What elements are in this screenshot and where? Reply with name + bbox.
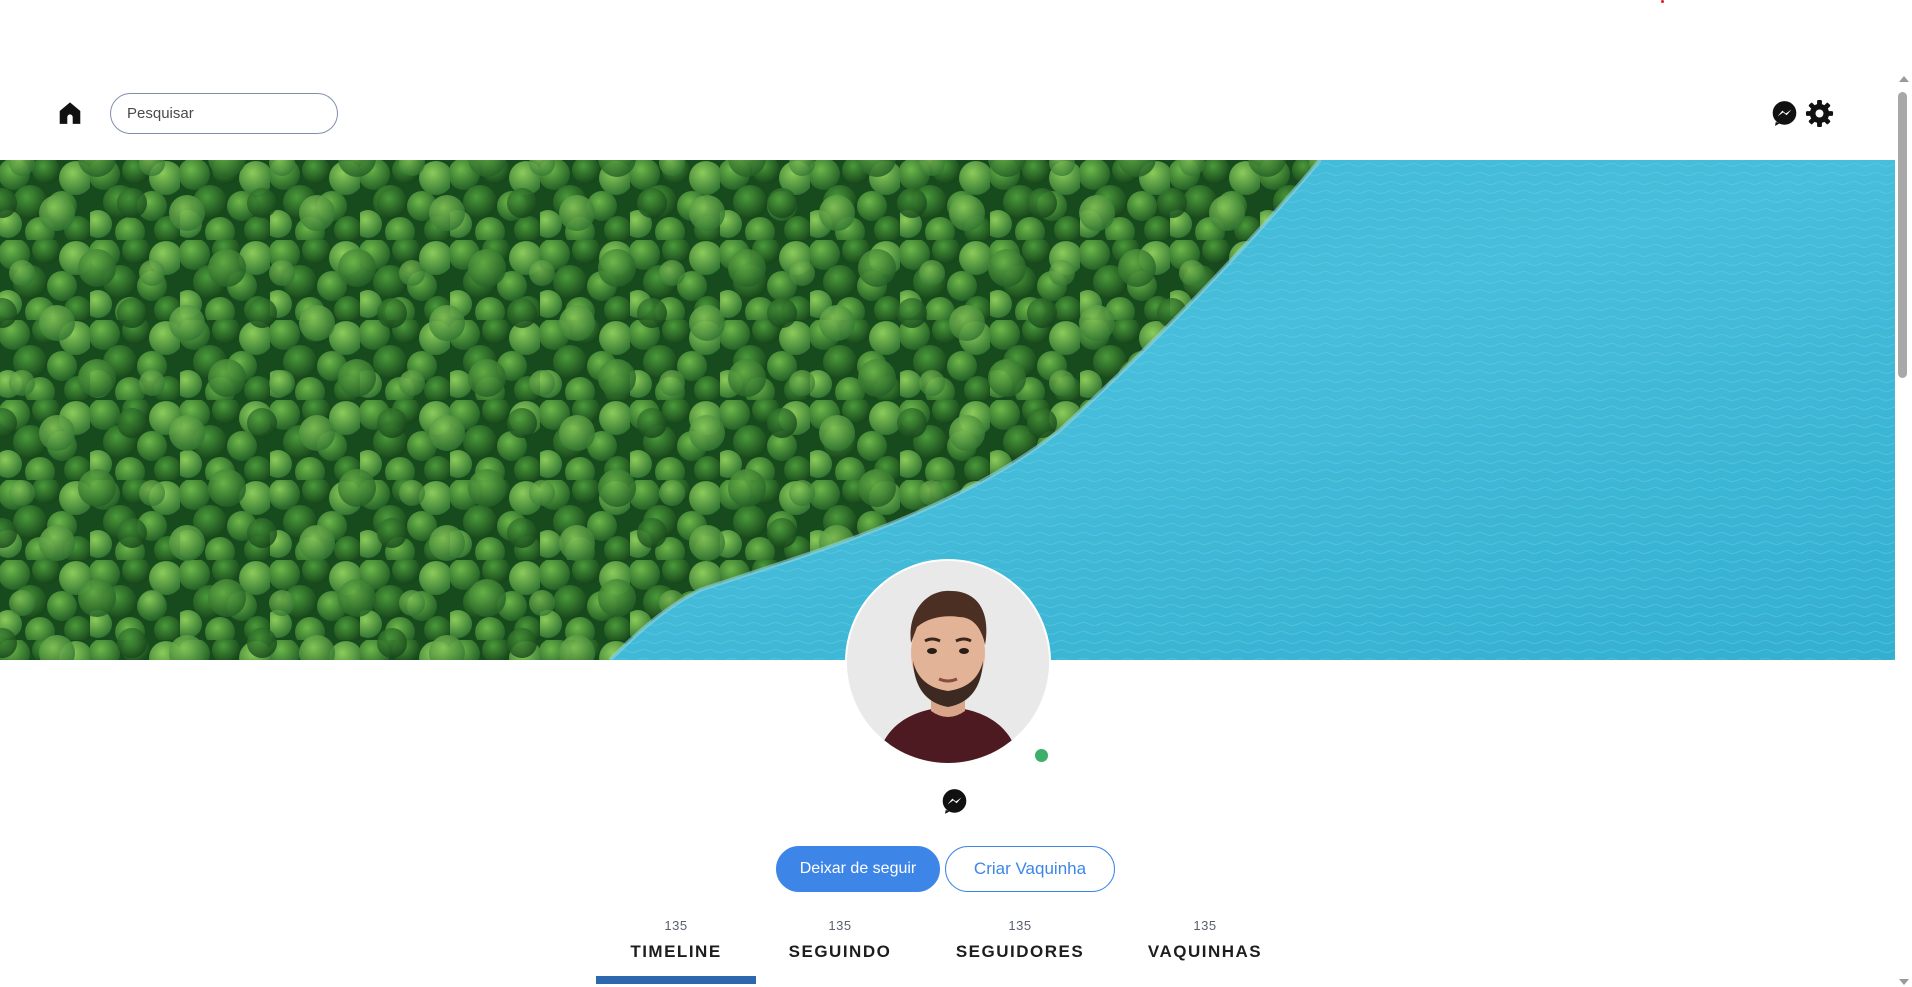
tab-count: 135	[1193, 918, 1217, 933]
scroll-up-arrow[interactable]	[1899, 76, 1909, 82]
online-status-dot	[1035, 749, 1048, 762]
tab-label: TIMELINE	[630, 942, 722, 961]
red-marker-dot	[1661, 0, 1664, 3]
messenger-icon[interactable]	[1771, 100, 1798, 127]
profile-page: Deixar de seguir Criar Vaquinha 135 TIME…	[0, 0, 1912, 987]
tab-count: 135	[828, 918, 852, 933]
gear-icon[interactable]	[1805, 99, 1834, 128]
profile-avatar	[845, 559, 1051, 765]
home-icon[interactable]	[57, 100, 83, 126]
tab-timeline[interactable]: 135 TIMELINE	[596, 918, 756, 962]
scroll-down-arrow[interactable]	[1899, 979, 1909, 985]
tab-count: 135	[664, 918, 688, 933]
tab-count: 135	[1008, 918, 1032, 933]
tab-following[interactable]: 135 SEGUINDO	[780, 918, 900, 962]
tab-label: SEGUINDO	[788, 942, 892, 961]
search-input[interactable]	[110, 93, 338, 134]
tab-funds[interactable]: 135 VAQUINHAS	[1140, 918, 1270, 962]
vertical-scrollbar[interactable]	[1895, 70, 1912, 987]
messenger-icon[interactable]	[941, 788, 968, 815]
tab-label: SEGUIDORES	[955, 942, 1085, 961]
tab-followers[interactable]: 135 SEGUIDORES	[950, 918, 1090, 962]
top-navbar	[0, 70, 1895, 160]
active-tab-indicator	[596, 976, 756, 984]
tab-label: VAQUINHAS	[1147, 942, 1263, 961]
scroll-thumb[interactable]	[1898, 92, 1907, 378]
create-fund-button[interactable]: Criar Vaquinha	[945, 846, 1115, 892]
unfollow-button[interactable]: Deixar de seguir	[776, 846, 940, 892]
